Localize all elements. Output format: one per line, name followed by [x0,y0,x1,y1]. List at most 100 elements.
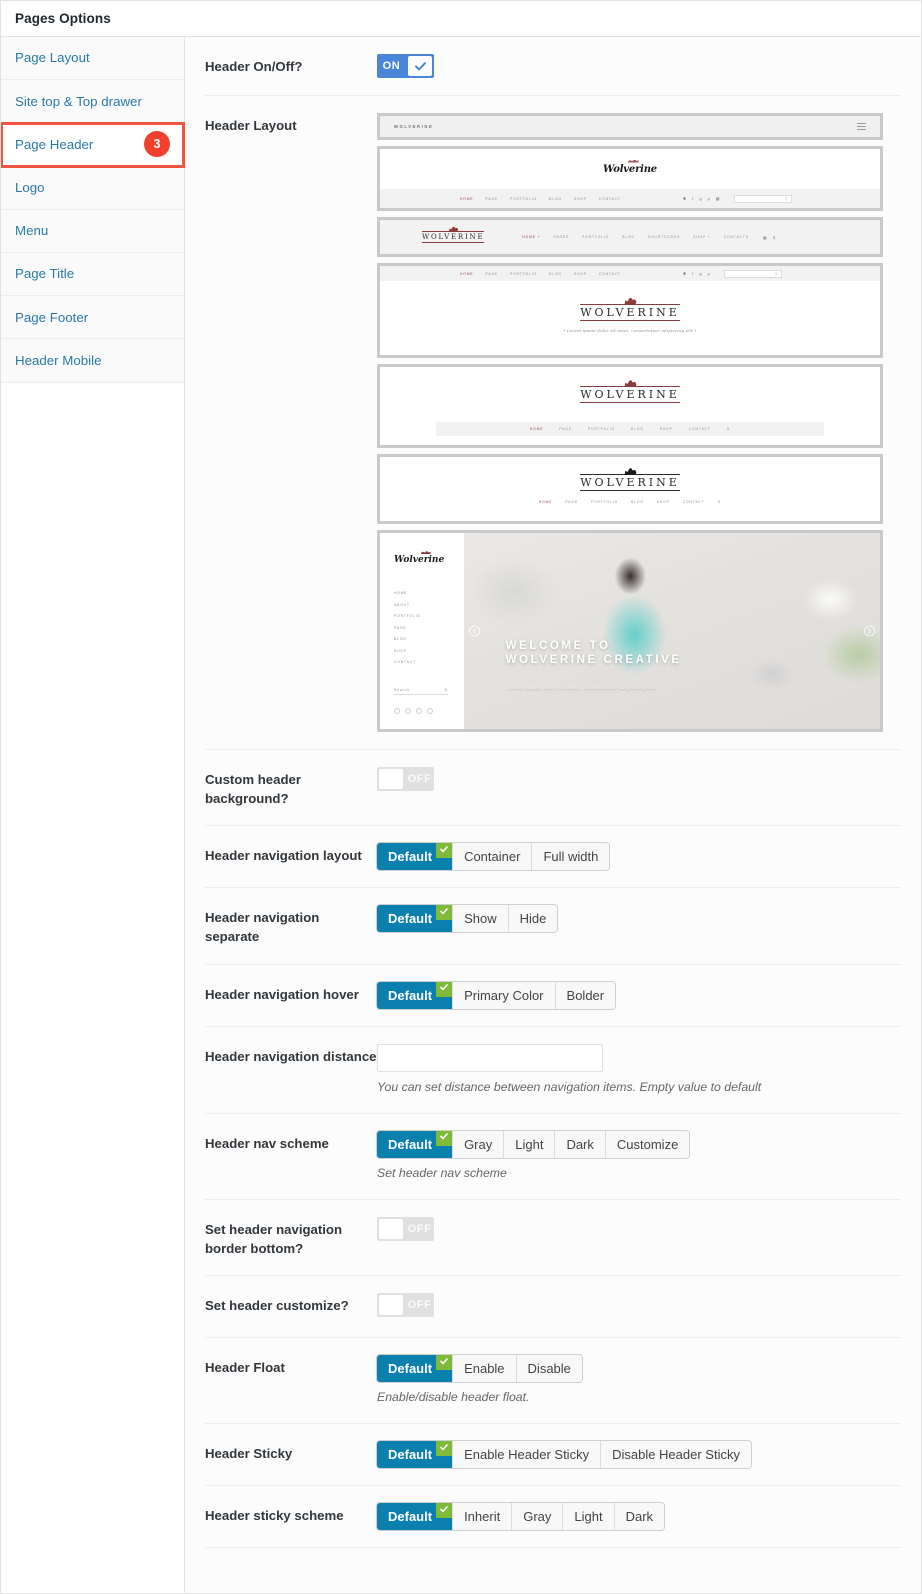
set-header-customize-toggle[interactable]: OFF [377,1293,434,1318]
field-label: Header Float [205,1360,285,1376]
option-show[interactable]: Show [453,905,509,933]
wolf-icon [624,297,637,305]
option-default[interactable]: Default [377,981,454,1009]
row-header-sticky: Header Sticky Default Enable Header Stic… [205,1424,901,1487]
wolf-icon [624,468,637,475]
sidebar-item-label: Menu [15,223,49,239]
tagline: • Lorem ipsum dolor sit amet, consectetu… [562,327,698,333]
nav-item: CONTACT [598,196,621,201]
custom-header-background-toggle[interactable]: OFF [377,767,434,791]
header-layout-option-6[interactable]: WOLVERINE HOME PAGE PORTFOLIO BLOG SHOP … [377,454,883,524]
search-icon: ⚲ [772,234,776,240]
header-layout-option-7[interactable]: Wolverine HOME ABOUT PORTFOLIO PAGE BLOG… [377,530,883,732]
option-default[interactable]: Default [377,1441,454,1469]
sidebar-item-page-layout[interactable]: Page Layout [1,37,184,81]
status-badge: 3 [144,131,170,158]
nav-item: CONTACT [394,660,416,664]
nav-item: PORTFOLIO [510,196,538,201]
sidebar-item-page-title[interactable]: Page Title [1,252,184,297]
prev-arrow-icon[interactable]: ❮ [469,625,480,637]
nav-item: PAGES [553,235,570,239]
option-dark[interactable]: Dark [614,1503,665,1531]
option-bolder[interactable]: Bolder [555,981,616,1009]
options-sidebar: Page Layout Site top & Top drawer Page H… [1,37,185,1593]
nav-item: BLOG [631,427,644,431]
option-customize[interactable]: Customize [605,1130,690,1158]
header-navigation-layout-group: Default Container Full width [377,843,610,871]
nav-item: CONTACTS [723,235,749,239]
wolf-icon [448,226,459,232]
field-label: Header navigation hover [205,986,359,1002]
option-gray[interactable]: Gray [512,1503,564,1531]
option-disable-header-sticky[interactable]: Disable Header Sticky [601,1441,751,1469]
header-float-group: Default Enable Disable [377,1355,582,1383]
header-layout-option-1[interactable]: WOLVERINE [377,113,883,140]
header-nav-border-bottom-toggle[interactable]: OFF [377,1216,434,1241]
nav-item: SHOP + [693,235,711,239]
wolf-icon [624,380,637,387]
nav-item: CONTACT [688,427,711,431]
header-layout-option-4[interactable]: HOME PAGE PORTFOLIO BLOG SHOP CONTACT ✱ f… [377,263,883,358]
header-navigation-distance-input[interactable] [377,1043,603,1072]
row-header-navigation-hover: Header navigation hover Default Primary … [205,965,901,1027]
option-light[interactable]: Light [504,1130,556,1158]
check-icon [408,56,432,76]
header-layout-option-3[interactable]: WOLVERINE HOME + PAGES PORTFOLIO BLOG SH… [377,217,883,257]
nav-item: PAGE [394,625,407,630]
option-default[interactable]: Default [377,1130,454,1158]
search-icon[interactable]: ⚲ [718,500,721,504]
search-input[interactable]: Search ⚲ [394,688,448,695]
hero-title-line2: WOLVERINE CREATIVE [505,653,682,666]
toggle-state-label: OFF [407,773,432,785]
option-default[interactable]: Default [377,905,454,933]
option-dark[interactable]: Dark [555,1130,606,1158]
sidebar-item-page-footer[interactable]: Page Footer [1,296,184,340]
option-default[interactable]: Default [377,843,454,871]
option-enable[interactable]: Enable [453,1355,517,1383]
sidebar-item-page-header[interactable]: Page Header 3 [1,122,185,168]
option-default[interactable]: Default [377,1355,454,1383]
option-gray[interactable]: Gray [453,1130,505,1158]
option-primary-color[interactable]: Primary Color [453,981,556,1009]
row-header-layout: Header Layout WOLVERINE Wolverine HOME P… [205,96,901,750]
brand-logo: WOLVERINE [580,297,680,321]
search-input[interactable]: ⚲ [733,194,792,203]
header-nav-scheme-group: Default Gray Light Dark Customize [377,1130,690,1158]
sidebar-empty-area [1,383,184,1593]
header-layout-option-2[interactable]: Wolverine HOME PAGE PORTFOLIO BLOG SHOP … [377,146,883,211]
search-icon[interactable]: ⚲ [727,427,730,431]
field-label: Header navigation layout [205,848,362,864]
sidebar-item-site-top-top-drawer[interactable]: Site top & Top drawer [1,80,184,124]
toggle-knob [379,1218,403,1239]
google-icon: g [699,196,702,201]
option-hide[interactable]: Hide [508,905,558,933]
sidebar-item-header-mobile[interactable]: Header Mobile [1,339,184,383]
option-inherit[interactable]: Inherit [453,1503,513,1531]
option-full-width[interactable]: Full width [532,843,610,871]
search-input[interactable]: ⚲ [723,269,782,278]
sidebar-item-logo[interactable]: Logo [1,166,184,210]
nav-item: PAGE [565,500,578,504]
nav-item: BLOG [549,196,562,201]
next-arrow-icon[interactable]: ❯ [864,625,875,637]
option-enable-header-sticky[interactable]: Enable Header Sticky [453,1441,602,1469]
option-light[interactable]: Light [563,1503,615,1531]
sidebar-item-menu[interactable]: Menu [1,209,184,253]
header-navigation-separate-group: Default Show Hide [377,905,558,933]
panel-titlebar: Pages Options [1,1,921,37]
pinterest-icon: p [707,271,710,276]
hero-subtitle: Lorem ipsum dolor sit amet, consectetuer… [507,685,656,691]
nav-item: PORTFOLIO [394,614,422,618]
header-onoff-toggle[interactable]: ON [377,54,434,78]
option-default[interactable]: Default [377,1503,454,1531]
check-icon [436,905,453,921]
toggle-state-label: OFF [407,1299,432,1312]
option-container[interactable]: Container [453,843,533,871]
option-disable[interactable]: Disable [516,1355,582,1383]
nav-item: PAGE [559,427,572,431]
nav-item: PAGE [485,271,499,276]
sidebar-item-label: Page Title [15,266,75,282]
header-layout-option-5[interactable]: WOLVERINE HOME PAGE PORTFOLIO BLOG SHOP [377,364,883,448]
field-label: Header On/Off? [205,59,303,74]
hamburger-icon [857,122,866,132]
